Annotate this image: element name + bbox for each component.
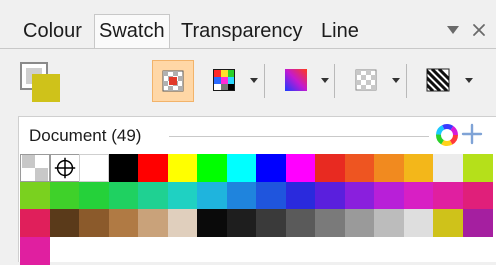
swatch-cell[interactable] xyxy=(167,209,198,237)
swatch-cell[interactable] xyxy=(374,181,404,210)
none-swatch[interactable] xyxy=(20,154,50,182)
fill-stroke-icon[interactable] xyxy=(20,62,66,106)
gradient-icon xyxy=(285,69,307,91)
palette-title: Document (49) xyxy=(29,126,142,145)
swatch-cell[interactable] xyxy=(226,209,257,237)
palette-divider xyxy=(169,136,429,137)
pattern-button[interactable] xyxy=(418,60,460,102)
checker-swatch-icon xyxy=(162,70,184,92)
chevron-down-icon[interactable] xyxy=(391,72,401,88)
swatch-cell[interactable] xyxy=(433,154,463,182)
swatch-cell[interactable] xyxy=(374,154,404,182)
swatch-cell[interactable] xyxy=(197,209,227,237)
color-ring-icon[interactable] xyxy=(435,123,459,147)
swatch-cell[interactable] xyxy=(20,181,50,210)
swatch-cell[interactable] xyxy=(108,181,139,210)
swatch-cell[interactable] xyxy=(79,181,109,210)
swatch-cell[interactable] xyxy=(315,181,345,210)
swatch-cell[interactable] xyxy=(197,154,227,182)
tab-swatch[interactable]: Swatch xyxy=(94,14,170,48)
swatch-cell[interactable] xyxy=(79,209,109,237)
chevron-down-icon[interactable] xyxy=(320,72,330,88)
swatch-cell[interactable] xyxy=(433,181,463,210)
gradient-button[interactable] xyxy=(276,60,318,102)
swatch-cell[interactable] xyxy=(403,154,434,182)
tab-bar: Colour Swatch Transparency Line xyxy=(0,0,496,48)
panel-menu-icon[interactable] xyxy=(444,19,464,41)
swatch-cell[interactable] xyxy=(49,181,80,210)
swatch-cell[interactable] xyxy=(315,154,345,182)
swatch-cell[interactable] xyxy=(285,154,316,182)
swatch-cell[interactable] xyxy=(285,181,316,210)
swatch-cell[interactable] xyxy=(20,209,50,237)
swatch-cell[interactable] xyxy=(256,181,286,210)
transparency-checker-icon xyxy=(355,69,377,91)
document-palette: Document (49) xyxy=(18,116,496,265)
swatch-cell[interactable] xyxy=(49,209,80,237)
swatch-cell[interactable] xyxy=(462,181,493,210)
transparency-button[interactable] xyxy=(346,60,388,102)
close-icon[interactable] xyxy=(469,19,489,41)
swatch-cell[interactable] xyxy=(226,154,257,182)
swatch-cell[interactable] xyxy=(108,154,139,182)
swatch-cell[interactable] xyxy=(433,209,463,237)
swatch-cell[interactable] xyxy=(226,181,257,210)
swatch-cell[interactable] xyxy=(344,209,375,237)
swatch-cell[interactable] xyxy=(138,209,168,237)
tab-line[interactable]: Line xyxy=(317,16,363,46)
swatch-cell[interactable] xyxy=(315,209,345,237)
tab-transparency[interactable]: Transparency xyxy=(177,16,307,46)
add-swatch-plus-icon[interactable] xyxy=(460,121,484,147)
swatch-cell[interactable] xyxy=(462,154,493,182)
toolbar-divider xyxy=(334,64,335,98)
swatch-cell[interactable] xyxy=(374,209,404,237)
toolbar-divider xyxy=(406,64,407,98)
tab-colour[interactable]: Colour xyxy=(19,16,86,46)
swatch-cell[interactable] xyxy=(403,209,434,237)
swatch-cell[interactable] xyxy=(462,209,493,237)
swatch-cell[interactable] xyxy=(138,154,168,182)
toolbar-divider xyxy=(264,64,265,98)
chevron-down-icon[interactable] xyxy=(249,72,259,88)
hatch-pattern-icon xyxy=(426,68,450,92)
colour-palette-button[interactable] xyxy=(204,60,246,102)
swatch-cell[interactable] xyxy=(403,181,434,210)
swatch-cell[interactable] xyxy=(20,236,50,265)
swatch-cell[interactable] xyxy=(344,181,375,210)
swatch-cell[interactable] xyxy=(256,154,286,182)
swatch-cell[interactable] xyxy=(108,209,139,237)
swatch-cell[interactable] xyxy=(256,209,286,237)
swatch-cell[interactable] xyxy=(167,181,198,210)
color-palette-icon xyxy=(213,69,235,91)
chevron-down-icon[interactable] xyxy=(464,72,474,88)
registration-swatch[interactable] xyxy=(49,154,80,182)
swatch-cell[interactable] xyxy=(167,154,198,182)
swatch-cell[interactable] xyxy=(138,181,168,210)
swatch-cell[interactable] xyxy=(285,209,316,237)
swatch-cell[interactable] xyxy=(79,154,109,182)
swatch-cell[interactable] xyxy=(344,154,375,182)
swatch-mode-button[interactable] xyxy=(152,60,194,102)
swatch-cell[interactable] xyxy=(197,181,227,210)
